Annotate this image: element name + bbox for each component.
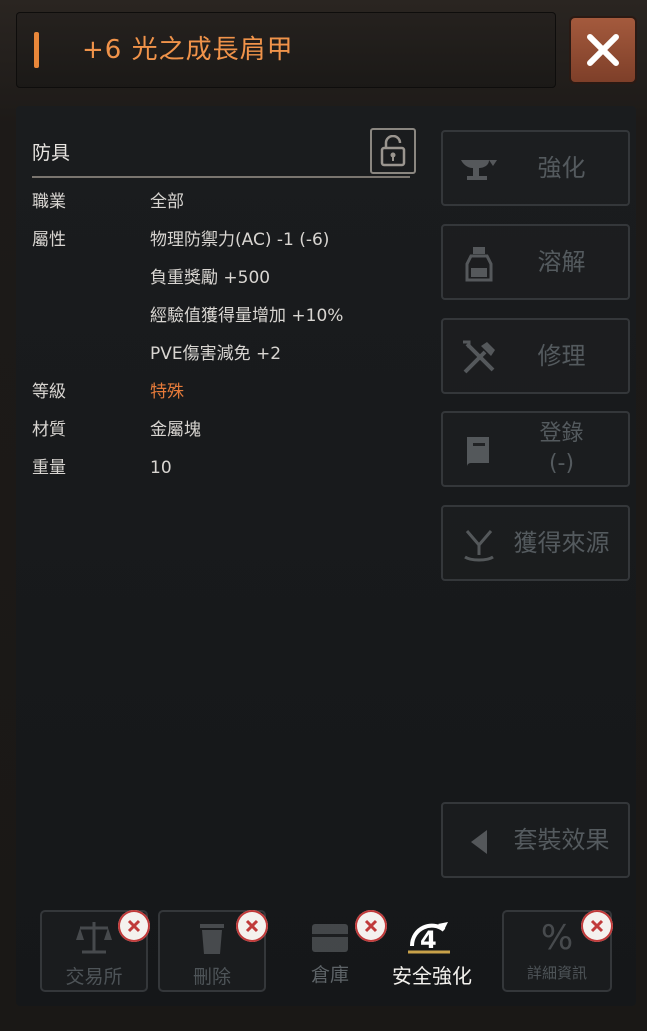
item-title: +6 光之成長肩甲 bbox=[82, 35, 294, 65]
scale-icon bbox=[76, 922, 112, 954]
category-divider bbox=[32, 176, 410, 178]
material-value: 金屬塊 bbox=[150, 420, 201, 440]
dissolve-label: 溶解 bbox=[537, 248, 586, 276]
weight-value: 10 bbox=[150, 458, 172, 478]
detail-label: 詳細資訊 bbox=[526, 964, 587, 982]
job-value: 全部 bbox=[150, 192, 184, 212]
register-label-line2: (-) bbox=[548, 451, 575, 476]
exchange-label: 交易所 bbox=[65, 966, 123, 988]
title-bar: +6 光之成長肩甲 bbox=[16, 12, 556, 88]
lock-toggle[interactable] bbox=[370, 128, 416, 174]
prop-label: 屬性 bbox=[32, 230, 66, 250]
delete-disabled-icon bbox=[236, 910, 268, 942]
enhance-button[interactable]: 強化 bbox=[441, 130, 630, 206]
prop-value-4: PVE傷害減免 +2 bbox=[150, 344, 282, 364]
item-info-panel: 防具 職業 全部 屬性 物理防禦力(AC) -1 (-6) 負重獎勵 +500 … bbox=[32, 124, 420, 874]
safe-enhance-icon: 4 bbox=[404, 916, 454, 960]
detail-disabled-icon bbox=[581, 910, 613, 942]
safe-enhance-label: 安全強化 bbox=[392, 964, 472, 988]
prop-value-3: 經驗值獲得量增加 +10% bbox=[150, 306, 344, 326]
warehouse-label: 倉庫 bbox=[310, 964, 349, 986]
trash-icon bbox=[200, 924, 224, 954]
grade-label: 等級 bbox=[32, 382, 66, 402]
delete-label: 刪除 bbox=[192, 966, 231, 988]
drop-source-icon bbox=[464, 530, 494, 562]
material-label: 材質 bbox=[32, 420, 66, 440]
repair-button[interactable]: 修理 bbox=[441, 318, 630, 394]
dissolve-button[interactable]: 溶解 bbox=[441, 224, 630, 300]
warehouse-chest-icon bbox=[312, 924, 348, 952]
source-button[interactable]: 獲得來源 bbox=[441, 505, 630, 581]
tools-icon bbox=[463, 340, 495, 374]
exchange-disabled-icon bbox=[118, 910, 150, 942]
potion-bottle-icon bbox=[465, 247, 493, 282]
percent-icon: % bbox=[540, 918, 574, 958]
set-effect-button[interactable]: 套裝效果 bbox=[441, 802, 630, 878]
register-button[interactable]: 登錄 (-) bbox=[441, 411, 630, 487]
register-label-line1: 登錄 bbox=[539, 421, 584, 446]
close-button[interactable] bbox=[571, 18, 635, 82]
title-accent bbox=[34, 32, 39, 68]
enhance-label: 強化 bbox=[537, 154, 586, 182]
job-label: 職業 bbox=[32, 192, 66, 212]
weight-label: 重量 bbox=[32, 458, 66, 478]
source-label: 獲得來源 bbox=[513, 529, 610, 557]
prop-value-2: 負重獎勵 +500 bbox=[150, 268, 271, 288]
repair-label: 修理 bbox=[537, 342, 586, 370]
register-label: 登錄 (-) bbox=[503, 413, 620, 485]
close-icon bbox=[587, 34, 619, 66]
item-detail-window: +6 光之成長肩甲 防具 職業 全部 屬性 物理防禦力(AC) -1 (-6) … bbox=[0, 0, 647, 1031]
set-effect-label: 套裝效果 bbox=[513, 826, 610, 854]
grade-value: 特殊 bbox=[150, 382, 184, 402]
unlock-icon bbox=[380, 135, 406, 167]
arrow-left-icon bbox=[471, 830, 487, 854]
safe-enhance-count: 4 bbox=[420, 926, 437, 954]
anvil-icon bbox=[461, 160, 497, 180]
book-icon bbox=[467, 437, 489, 467]
item-category: 防具 bbox=[32, 142, 71, 164]
safe-enhance-button[interactable]: 4 安全強化 bbox=[382, 910, 482, 992]
prop-value-1: 物理防禦力(AC) -1 (-6) bbox=[150, 230, 330, 250]
